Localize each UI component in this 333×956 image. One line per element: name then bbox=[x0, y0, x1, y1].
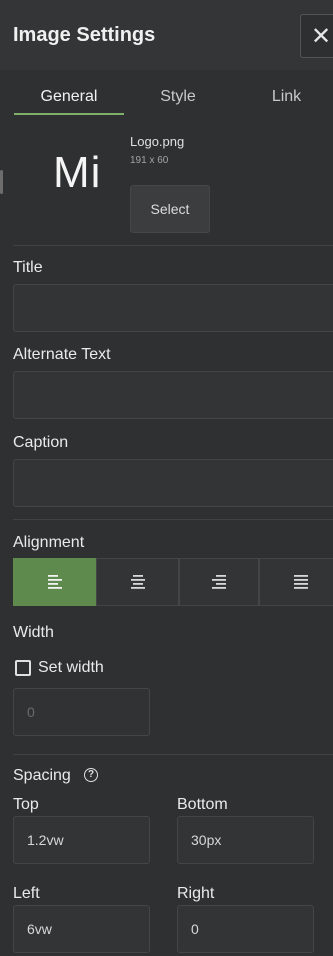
title-input[interactable] bbox=[13, 284, 333, 332]
top-label: Top bbox=[13, 796, 39, 813]
caption-input[interactable] bbox=[13, 459, 333, 507]
set-width-checkbox[interactable] bbox=[15, 660, 31, 676]
width-input[interactable] bbox=[13, 688, 150, 736]
image-dimensions: 191 x 60 bbox=[130, 155, 169, 166]
alternate-text-input[interactable] bbox=[13, 371, 333, 419]
width-label: Width bbox=[13, 624, 54, 641]
spacing-top-input[interactable] bbox=[13, 816, 150, 864]
divider bbox=[13, 519, 333, 520]
align-right-button[interactable] bbox=[179, 558, 259, 606]
alignment-group bbox=[13, 558, 333, 606]
image-settings-panel: Image Settings ✕ General Style Link Mi L… bbox=[0, 0, 333, 956]
tab-link[interactable]: Link bbox=[240, 78, 333, 116]
align-right-icon bbox=[212, 575, 226, 589]
title-label: Title bbox=[13, 259, 43, 276]
preview-edge-mark bbox=[0, 170, 3, 194]
tab-bar: General Style Link bbox=[0, 78, 333, 118]
preview-logo-text: Mi bbox=[53, 148, 102, 197]
close-icon: ✕ bbox=[311, 22, 332, 50]
close-button[interactable]: ✕ bbox=[300, 14, 333, 58]
spacing-bottom-input[interactable] bbox=[177, 816, 314, 864]
align-center-button[interactable] bbox=[96, 558, 179, 606]
spacing-label: Spacing bbox=[13, 767, 71, 784]
align-left-icon bbox=[47, 575, 62, 589]
divider bbox=[13, 754, 333, 755]
caption-label: Caption bbox=[13, 434, 69, 451]
bottom-label: Bottom bbox=[177, 796, 228, 813]
image-preview: Mi bbox=[0, 121, 126, 221]
left-label: Left bbox=[13, 885, 40, 902]
select-image-button[interactable]: Select bbox=[130, 185, 210, 233]
panel-title: Image Settings bbox=[13, 24, 156, 46]
align-left-button[interactable] bbox=[13, 558, 96, 606]
active-tab-indicator bbox=[14, 113, 124, 115]
align-justify-button[interactable] bbox=[259, 558, 333, 606]
tab-style[interactable]: Style bbox=[124, 78, 232, 116]
align-justify-icon bbox=[294, 575, 308, 589]
set-width-label: Set width bbox=[38, 659, 104, 676]
spacing-right-input[interactable] bbox=[177, 905, 314, 953]
alignment-label: Alignment bbox=[13, 534, 85, 551]
panel-header: Image Settings ✕ bbox=[0, 0, 333, 70]
divider bbox=[13, 245, 333, 246]
spacing-left-input[interactable] bbox=[13, 905, 150, 953]
right-label: Right bbox=[177, 885, 215, 902]
alternate-text-label: Alternate Text bbox=[13, 346, 111, 363]
image-file-name: Logo.png bbox=[130, 134, 185, 149]
align-center-icon bbox=[130, 575, 145, 589]
help-icon[interactable]: ? bbox=[84, 768, 98, 782]
tab-general[interactable]: General bbox=[14, 78, 124, 116]
